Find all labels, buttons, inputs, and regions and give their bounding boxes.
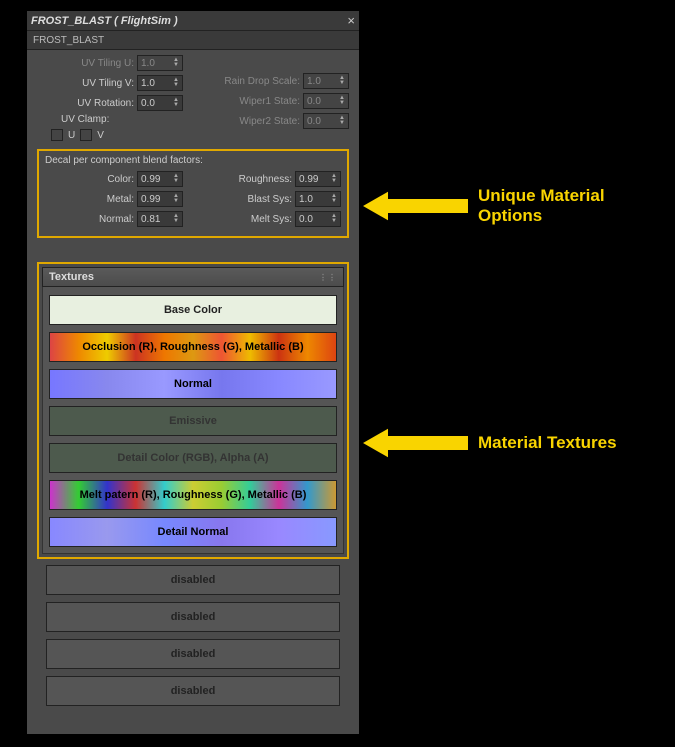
uv-section: UV Tiling U: 1.0▲▼ UV Tiling V: 1.0▲▼ UV… xyxy=(37,54,349,141)
spinner-arrows-icon[interactable]: ▲▼ xyxy=(173,174,179,184)
annotation-unique-material-options: Unique Material Options xyxy=(478,186,605,226)
uv-tiling-v-spinner[interactable]: 1.0▲▼ xyxy=(137,75,183,91)
blend-blastsys-label: Blast Sys: xyxy=(248,194,292,205)
disabled-slots-group: disabled disabled disabled disabled xyxy=(37,559,349,715)
spinner-arrows-icon[interactable]: ▲▼ xyxy=(173,98,179,108)
blend-meltsys-spinner[interactable]: 0.0▲▼ xyxy=(295,211,341,227)
textures-group: Textures ⋮⋮ Base Color Occlusion (R), Ro… xyxy=(37,262,349,559)
material-editor-window: FROST_BLAST ( FlightSim ) × FROST_BLAST … xyxy=(26,10,360,735)
uv-rotation-spinner[interactable]: 0.0▲▼ xyxy=(137,95,183,111)
texture-slot-detail-color[interactable]: Detail Color (RGB), Alpha (A) xyxy=(49,443,337,473)
spinner-arrows-icon[interactable]: ▲▼ xyxy=(331,194,337,204)
blend-blastsys-spinner[interactable]: 1.0▲▼ xyxy=(295,191,341,207)
blend-metal-spinner[interactable]: 0.99▲▼ xyxy=(137,191,183,207)
spinner-arrows-icon[interactable]: ▲▼ xyxy=(331,174,337,184)
uv-tiling-v-label: UV Tiling V: xyxy=(82,78,134,89)
spinner-arrows-icon[interactable]: ▲▼ xyxy=(331,214,337,224)
blend-factors-title: Decal per component blend factors: xyxy=(45,155,341,166)
arrow-icon xyxy=(361,186,471,226)
uv-clamp-label: UV Clamp: xyxy=(37,114,183,125)
annotation-material-textures: Material Textures xyxy=(478,433,617,453)
arrow-icon xyxy=(361,423,471,463)
spinner-arrows-icon[interactable]: ▲▼ xyxy=(173,58,179,68)
texture-slot-orm[interactable]: Occlusion (R), Roughness (G), Metallic (… xyxy=(49,332,337,362)
texture-slot-detail-normal[interactable]: Detail Normal xyxy=(49,517,337,547)
blend-roughness-spinner[interactable]: 0.99▲▼ xyxy=(295,171,341,187)
window-title: FROST_BLAST ( FlightSim ) xyxy=(31,15,178,27)
rain-drop-scale-spinner[interactable]: 1.0▲▼ xyxy=(303,73,349,89)
texture-slot-disabled[interactable]: disabled xyxy=(46,565,340,595)
textures-title: Textures xyxy=(49,271,94,283)
wiper1-state-spinner[interactable]: 0.0▲▼ xyxy=(303,93,349,109)
grip-icon[interactable]: ⋮⋮ xyxy=(319,273,337,282)
texture-slot-disabled[interactable]: disabled xyxy=(46,602,340,632)
texture-slot-normal[interactable]: Normal xyxy=(49,369,337,399)
wiper2-state-spinner[interactable]: 0.0▲▼ xyxy=(303,113,349,129)
spinner-arrows-icon[interactable]: ▲▼ xyxy=(339,96,345,106)
subtitle-text: FROST_BLAST xyxy=(33,35,104,46)
blend-meltsys-label: Melt Sys: xyxy=(251,214,292,225)
texture-slot-base-color[interactable]: Base Color xyxy=(49,295,337,325)
blend-factors-group: Decal per component blend factors: Color… xyxy=(37,149,349,238)
blend-metal-label: Metal: xyxy=(107,194,134,205)
spinner-arrows-icon[interactable]: ▲▼ xyxy=(339,116,345,126)
uv-clamp-v-label: V xyxy=(97,130,104,141)
close-icon[interactable]: × xyxy=(347,13,355,28)
subtitle-bar: FROST_BLAST xyxy=(27,31,359,50)
blend-normal-spinner[interactable]: 0.81▲▼ xyxy=(137,211,183,227)
titlebar[interactable]: FROST_BLAST ( FlightSim ) × xyxy=(27,11,359,31)
uv-clamp-u-checkbox[interactable] xyxy=(51,129,63,141)
texture-slot-disabled[interactable]: disabled xyxy=(46,639,340,669)
texture-slot-disabled[interactable]: disabled xyxy=(46,676,340,706)
rain-drop-scale-label: Rain Drop Scale: xyxy=(224,76,300,87)
wiper2-state-label: Wiper2 State: xyxy=(239,116,300,127)
blend-normal-label: Normal: xyxy=(99,214,134,225)
texture-slot-melt-pattern[interactable]: Melt patern (R), Roughness (G), Metallic… xyxy=(49,480,337,510)
texture-slot-emissive[interactable]: Emissive xyxy=(49,406,337,436)
spinner-arrows-icon[interactable]: ▲▼ xyxy=(173,194,179,204)
uv-rotation-label: UV Rotation: xyxy=(77,98,134,109)
uv-tiling-u-label: UV Tiling U: xyxy=(81,58,134,69)
blend-color-label: Color: xyxy=(107,174,134,185)
spinner-arrows-icon[interactable]: ▲▼ xyxy=(173,78,179,88)
textures-header[interactable]: Textures ⋮⋮ xyxy=(42,267,344,287)
uv-tiling-u-spinner[interactable]: 1.0▲▼ xyxy=(137,55,183,71)
wiper1-state-label: Wiper1 State: xyxy=(239,96,300,107)
uv-clamp-u-label: U xyxy=(68,130,75,141)
blend-roughness-label: Roughness: xyxy=(239,174,292,185)
uv-clamp-v-checkbox[interactable] xyxy=(80,129,92,141)
blend-color-spinner[interactable]: 0.99▲▼ xyxy=(137,171,183,187)
spinner-arrows-icon[interactable]: ▲▼ xyxy=(339,76,345,86)
spinner-arrows-icon[interactable]: ▲▼ xyxy=(173,214,179,224)
